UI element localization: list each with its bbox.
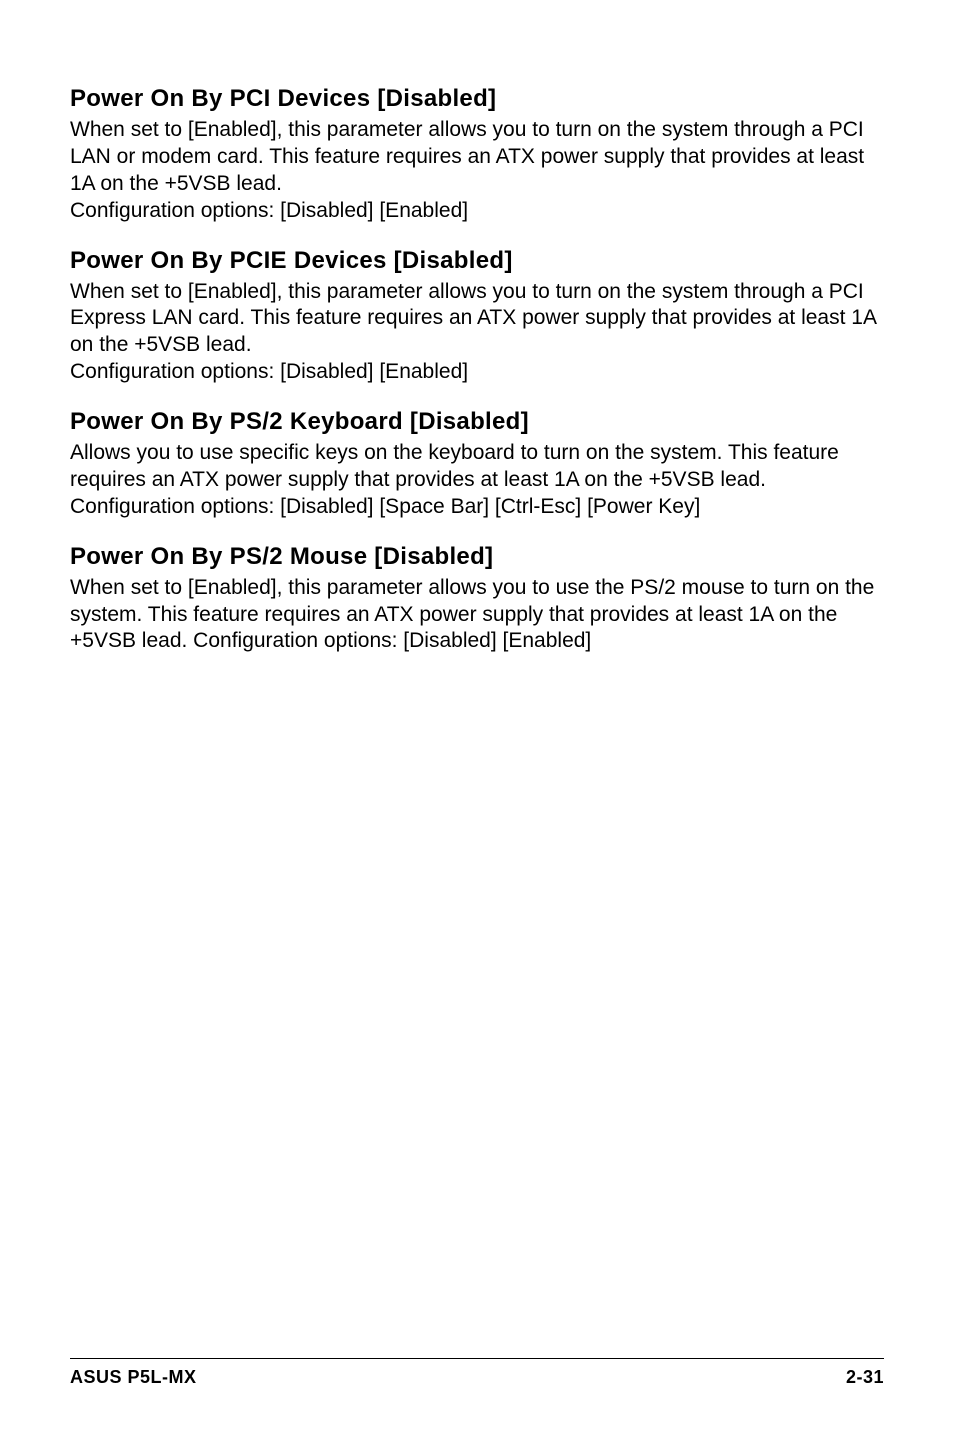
body-pci-devices: When set to [Enabled], this parameter al… bbox=[70, 117, 884, 225]
heading-ps2-keyboard: Power On By PS/2 Keyboard [Disabled] bbox=[70, 408, 884, 436]
page-footer: ASUS P5L-MX 2-31 bbox=[70, 1358, 884, 1388]
heading-ps2-mouse: Power On By PS/2 Mouse [Disabled] bbox=[70, 543, 884, 571]
section-ps2-mouse: Power On By PS/2 Mouse [Disabled] When s… bbox=[70, 543, 884, 656]
section-pci-devices: Power On By PCI Devices [Disabled] When … bbox=[70, 85, 884, 225]
heading-pcie-devices: Power On By PCIE Devices [Disabled] bbox=[70, 247, 884, 275]
footer-product-name: ASUS P5L-MX bbox=[70, 1367, 197, 1388]
section-ps2-keyboard: Power On By PS/2 Keyboard [Disabled] All… bbox=[70, 408, 884, 521]
body-pcie-devices: When set to [Enabled], this parameter al… bbox=[70, 279, 884, 387]
section-pcie-devices: Power On By PCIE Devices [Disabled] When… bbox=[70, 247, 884, 387]
footer-page-number: 2-31 bbox=[846, 1367, 884, 1388]
heading-pci-devices: Power On By PCI Devices [Disabled] bbox=[70, 85, 884, 113]
body-ps2-keyboard: Allows you to use specific keys on the k… bbox=[70, 440, 884, 521]
body-ps2-mouse: When set to [Enabled], this parameter al… bbox=[70, 575, 884, 656]
